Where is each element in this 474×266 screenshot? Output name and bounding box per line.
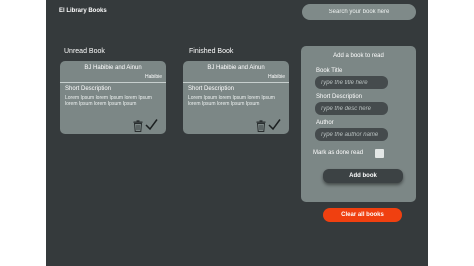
unread-column-title: Unread Book xyxy=(64,48,105,55)
book-title-label: Book Title xyxy=(316,68,343,74)
check-icon[interactable] xyxy=(268,118,281,131)
short-description-input[interactable] xyxy=(315,102,388,115)
card-divider xyxy=(183,82,289,83)
app-window: El Library Books Unread Book Finished Bo… xyxy=(46,0,428,266)
card-divider xyxy=(60,82,166,83)
form-title: Add a book to read xyxy=(333,53,384,59)
finished-book-card: BJ Habibie and Ainun Habibie Short Descr… xyxy=(183,61,289,134)
description-text: Lorem Ipsum lorem Ipsum lorem Ipsum lore… xyxy=(65,95,152,107)
add-book-button[interactable]: Add book xyxy=(323,169,403,183)
book-authors: BJ Habibie and Ainun xyxy=(84,65,142,71)
add-book-form: Add a book to read Book Title Short Desc… xyxy=(301,46,416,202)
check-icon[interactable] xyxy=(145,118,158,131)
clear-all-books-button[interactable]: Clear all books xyxy=(323,208,402,222)
finished-column-title: Finished Book xyxy=(189,48,234,55)
search-input[interactable] xyxy=(302,4,416,20)
unread-book-card: BJ Habibie and Ainun Habibie Short Descr… xyxy=(60,61,166,134)
trash-icon[interactable] xyxy=(256,120,266,132)
book-authors: BJ Habibie and Ainun xyxy=(207,65,265,71)
book-genre: Habibie xyxy=(145,74,162,80)
trash-icon[interactable] xyxy=(133,120,143,132)
description-heading: Short Description xyxy=(65,86,112,92)
book-title-input[interactable] xyxy=(315,76,388,89)
mark-done-label: Mark as done read xyxy=(313,150,364,156)
brand-title: El Library Books xyxy=(59,8,107,14)
author-label: Author xyxy=(316,120,334,126)
book-genre: Habibie xyxy=(268,74,285,80)
mark-done-checkbox[interactable] xyxy=(375,149,384,158)
description-heading: Short Description xyxy=(188,86,235,92)
short-description-label: Short Description xyxy=(316,94,363,100)
author-input[interactable] xyxy=(315,128,388,141)
description-text: Lorem Ipsum lorem Ipsum lorem Ipsum lore… xyxy=(188,95,275,107)
